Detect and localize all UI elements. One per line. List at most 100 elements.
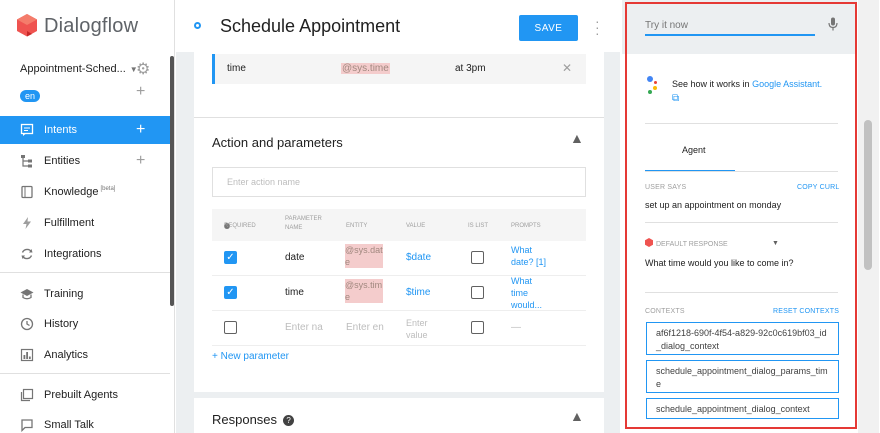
close-icon[interactable]: ✕ xyxy=(562,61,572,75)
sidebar-item-label: Integrations xyxy=(44,248,102,260)
prompts-cell[interactable]: What time would... xyxy=(511,275,551,311)
intent-header: Schedule Appointment SAVE · · · xyxy=(176,0,620,52)
google-assistant-link[interactable]: Google Assistant. xyxy=(752,79,822,89)
chevron-up-icon[interactable]: ▼ xyxy=(570,410,584,426)
divider xyxy=(645,123,838,124)
sidebar-item-entities[interactable]: Entities + xyxy=(0,147,170,175)
param-entity[interactable]: @sys.time xyxy=(341,63,390,74)
dialogflow-logo-icon xyxy=(17,14,37,37)
caret-down-icon[interactable]: ▼ xyxy=(772,240,779,247)
column-header: REQUIRED xyxy=(224,223,256,229)
more-options-icon[interactable]: · · · xyxy=(595,14,600,40)
sidebar-item-integrations[interactable]: Integrations xyxy=(0,240,170,268)
try-it-input[interactable] xyxy=(645,16,815,36)
column-header: PARAMETER NAME xyxy=(285,216,322,231)
google-assistant-icon xyxy=(645,76,659,98)
param-name-input[interactable]: Enter na xyxy=(285,322,323,333)
value-cell[interactable]: $date xyxy=(406,252,431,263)
copy-curl-link[interactable]: COPY CURL xyxy=(797,184,840,191)
action-name-input[interactable]: Enter action name xyxy=(212,167,586,197)
default-response-label[interactable]: DEFAULT RESPONSE xyxy=(645,238,728,248)
value-cell[interactable]: $time xyxy=(406,287,430,298)
action-and-parameters-card: Action and parameters ▼ Enter action nam… xyxy=(194,117,604,392)
tab-agent[interactable]: Agent xyxy=(682,145,706,155)
scrollbar-thumb[interactable] xyxy=(864,120,872,270)
table-row: ✓ date @sys.date $date What date? [1] xyxy=(212,241,586,276)
microphone-icon[interactable] xyxy=(828,17,838,34)
sidebar-item-label: Entities xyxy=(44,155,81,167)
param-name-cell[interactable]: date xyxy=(285,252,304,263)
param-value: at 3pm xyxy=(455,63,486,74)
prompts-cell[interactable]: What date? [1] xyxy=(511,244,551,268)
chevron-up-icon[interactable]: ▼ xyxy=(570,132,584,148)
sidebar-item-prebuilt-agents[interactable]: Prebuilt Agents xyxy=(0,381,170,409)
add-entity-icon[interactable]: + xyxy=(136,152,145,170)
chat-bubble-icon xyxy=(20,123,34,137)
sidebar-item-intents[interactable]: Intents + xyxy=(0,116,170,144)
app-logo[interactable]: Dialogflow xyxy=(16,13,138,39)
app-name: Dialogflow xyxy=(44,14,139,37)
sidebar-item-analytics[interactable]: Analytics xyxy=(0,341,170,369)
sync-icon xyxy=(20,247,34,261)
context-chip[interactable]: af6f1218-690f-4f54-a829-92c0c619bf03_id_… xyxy=(646,322,839,355)
is-list-checkbox[interactable] xyxy=(471,251,484,264)
intent-editor: Schedule Appointment SAVE · · · time @sys.… xyxy=(176,0,620,433)
column-header: IS LIST xyxy=(468,223,489,229)
required-checkbox[interactable] xyxy=(224,321,237,334)
section-title: Action and parameters xyxy=(212,135,343,150)
chat-icon xyxy=(20,418,34,433)
required-checkbox[interactable]: ✓ xyxy=(224,251,237,264)
divider xyxy=(645,292,838,293)
sidebar-item-training[interactable]: Training xyxy=(0,280,170,308)
dialogflow-cube-icon xyxy=(645,238,653,247)
is-list-checkbox[interactable] xyxy=(471,321,484,334)
param-name: time xyxy=(227,63,246,74)
reset-contexts-link[interactable]: RESET CONTEXTS xyxy=(773,308,839,315)
sidebar-item-label: Analytics xyxy=(44,349,89,361)
section-title: Responses? xyxy=(212,412,295,427)
agent-name: Appointment-Sched... xyxy=(20,63,126,75)
save-button[interactable]: SAVE xyxy=(519,15,578,41)
sidebar-item-knowledge[interactable]: Knowledge [beta] xyxy=(0,178,170,206)
user-says-text: set up an appointment on monday xyxy=(645,200,782,210)
help-icon[interactable]: ? xyxy=(283,415,295,426)
table-row: Enter na Enter en Enter value — xyxy=(212,311,586,346)
required-checkbox[interactable]: ✓ xyxy=(224,286,237,299)
sidebar-item-label: Training xyxy=(44,288,84,300)
training-phrase-params: time @sys.time at 3pm ✕ xyxy=(194,52,604,118)
external-link-icon[interactable]: ⧉ xyxy=(672,92,679,105)
sidebar-item-label: Fulfillment xyxy=(44,217,95,229)
contexts-label: CONTEXTS xyxy=(645,308,685,315)
entity-input[interactable]: Enter en xyxy=(346,322,384,333)
response-text: What time would you like to come in? xyxy=(645,258,794,268)
context-chip[interactable]: schedule_appointment_dialog_params_time xyxy=(646,360,839,393)
sidebar-item-small-talk[interactable]: Small Talk xyxy=(0,411,170,433)
entity-cell[interactable]: @sys.time xyxy=(345,279,383,303)
nav-divider xyxy=(0,373,170,374)
new-parameter-button[interactable]: + New parameter xyxy=(212,351,289,362)
responses-card: Responses? ▼ xyxy=(194,398,604,433)
add-intent-icon[interactable]: + xyxy=(136,121,145,139)
language-row: en + xyxy=(20,83,155,104)
column-header: PROMPTS xyxy=(511,223,541,229)
gear-icon[interactable]: ⚙ xyxy=(136,59,150,79)
user-says-label: USER SAYS xyxy=(645,184,687,191)
agent-selector[interactable]: Appointment-Sched... ▼ ⚙ xyxy=(20,61,155,78)
parameters-table: REQUIRED PARAMETER NAME ENTITY VALUE IS … xyxy=(212,209,586,346)
add-language-icon[interactable]: + xyxy=(136,83,145,101)
sidebar-item-history[interactable]: History xyxy=(0,310,170,338)
entity-cell[interactable]: @sys.date xyxy=(345,244,383,268)
language-pill[interactable]: en xyxy=(20,90,41,102)
clock-icon xyxy=(20,317,34,331)
value-input[interactable]: Enter value xyxy=(406,317,436,341)
context-chip[interactable]: schedule_appointment_dialog_context xyxy=(646,398,839,419)
is-list-checkbox[interactable] xyxy=(471,286,484,299)
ga-text: See how it works in Google Assistant. xyxy=(672,79,823,89)
sidebar-item-fulfillment[interactable]: Fulfillment xyxy=(0,209,170,237)
table-header: REQUIRED PARAMETER NAME ENTITY VALUE IS … xyxy=(212,209,586,241)
prompts-cell: — xyxy=(511,322,521,333)
param-name-cell[interactable]: time xyxy=(285,287,304,298)
page-title[interactable]: Schedule Appointment xyxy=(220,16,400,37)
table-row: ✓ time @sys.time $time What time would..… xyxy=(212,276,586,311)
sidebar-scrollbar[interactable] xyxy=(170,56,174,306)
